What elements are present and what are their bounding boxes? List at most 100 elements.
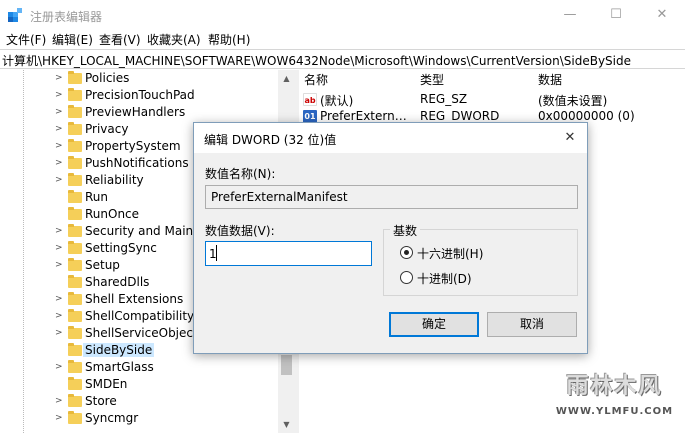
folder-icon <box>68 156 82 169</box>
value-name: (默认) <box>320 94 354 108</box>
string-value-icon: ab <box>303 93 317 106</box>
tree-item[interactable]: > Policies <box>55 70 295 87</box>
tree-item-label: Policies <box>85 71 130 85</box>
tree-item-label: SideBySide <box>83 343 155 357</box>
tree-item-label: Setup <box>85 258 120 272</box>
chevron-right-icon[interactable]: > <box>55 141 65 152</box>
watermark-logo: 雨林木风 WWW.YLMFU.COM <box>548 368 681 430</box>
address-bar[interactable]: 计算机\HKEY_LOCAL_MACHINE\SOFTWARE\WOW6432N… <box>0 49 685 69</box>
folder-icon <box>68 139 82 152</box>
close-icon[interactable]: ✕ <box>639 0 685 30</box>
tree-item[interactable]: > PrecisionTouchPad <box>55 87 295 104</box>
folder-open-icon <box>68 343 82 356</box>
tree-item[interactable]: SMDEn <box>55 376 295 393</box>
list-item[interactable]: ab (默认) REG_SZ (数值未设置) <box>299 91 685 108</box>
watermark-text: 雨林木风 <box>566 374 663 399</box>
dialog-title: 编辑 DWORD (32 位)值 <box>204 133 337 147</box>
tree-item-label: SettingSync <box>85 241 157 255</box>
folder-icon <box>68 173 82 186</box>
column-type[interactable]: 类型 <box>420 71 444 88</box>
tree-guide-line <box>23 70 24 433</box>
folder-icon <box>68 224 82 237</box>
folder-icon <box>68 394 82 407</box>
tree-item-label: RunOnce <box>85 207 140 221</box>
tree-item-label: Run <box>85 190 109 204</box>
tree-item[interactable]: > Syncmgr <box>55 410 295 427</box>
column-data[interactable]: 数据 <box>538 71 562 88</box>
folder-icon <box>68 411 82 424</box>
folder-icon <box>68 326 82 339</box>
scroll-up-icon[interactable]: ▲ <box>278 70 295 87</box>
folder-icon <box>68 275 82 288</box>
minimize-icon[interactable]: — <box>547 0 593 30</box>
tree-item-label: SMDEn <box>85 377 128 391</box>
value-name-field: PreferExternalManifest <box>205 185 578 209</box>
maximize-icon[interactable]: ☐ <box>593 0 639 30</box>
tree-item-label: Reliability <box>85 173 144 187</box>
tree-item[interactable]: > Store <box>55 393 295 410</box>
tree-item[interactable]: > SmartGlass <box>55 359 295 376</box>
edit-dword-dialog: 编辑 DWORD (32 位)值 ✕ 数值名称(N): PreferExtern… <box>193 122 588 354</box>
folder-icon <box>68 292 82 305</box>
close-icon[interactable]: ✕ <box>561 129 579 147</box>
tree-item-label: SharedDlls <box>85 275 150 289</box>
chevron-right-icon[interactable]: > <box>55 90 65 101</box>
chevron-right-icon[interactable]: > <box>55 328 65 339</box>
chevron-right-icon[interactable]: > <box>55 243 65 254</box>
chevron-right-icon[interactable]: > <box>55 124 65 135</box>
regedit-app-icon <box>8 8 22 22</box>
tree-item[interactable]: > PreviewHandlers <box>55 104 295 121</box>
menu-view[interactable]: 查看(V) <box>99 31 141 48</box>
chevron-right-icon[interactable]: > <box>55 311 65 322</box>
address-path[interactable]: 计算机\HKEY_LOCAL_MACHINE\SOFTWARE\WOW6432N… <box>2 52 631 69</box>
watermark-url: WWW.YLMFU.COM <box>555 406 674 417</box>
menu-file[interactable]: 文件(F) <box>6 31 46 48</box>
chevron-right-icon[interactable]: > <box>55 362 65 373</box>
tree-item-label: ShellCompatibility <box>85 309 195 323</box>
chevron-right-icon[interactable]: > <box>55 158 65 169</box>
ok-button[interactable]: 确定 <box>389 312 479 337</box>
menu-bar: 文件(F) 编辑(E) 查看(V) 收藏夹(A) 帮助(H) <box>0 30 685 48</box>
title-bar: 注册表编辑器 — ☐ ✕ <box>0 0 685 30</box>
radio-unchecked-icon[interactable] <box>400 271 413 284</box>
chevron-right-icon[interactable]: > <box>55 260 65 271</box>
tree-item-label: Shell Extensions <box>85 292 184 306</box>
radio-checked-icon[interactable] <box>400 246 413 259</box>
chevron-right-icon[interactable]: > <box>55 396 65 407</box>
chevron-right-icon[interactable]: > <box>55 294 65 305</box>
window-title: 注册表编辑器 <box>30 10 103 24</box>
folder-icon <box>68 207 82 220</box>
text-caret <box>216 245 217 261</box>
tree-item-label: Syncmgr <box>85 411 139 425</box>
folder-icon <box>68 258 82 271</box>
radio-decimal-label[interactable]: 十进制(D) <box>417 270 472 287</box>
menu-help[interactable]: 帮助(H) <box>208 31 250 48</box>
tree-item-label: PrecisionTouchPad <box>85 88 195 102</box>
tree-item-label: Store <box>85 394 117 408</box>
chevron-right-icon[interactable]: > <box>55 226 65 237</box>
chevron-right-icon[interactable]: > <box>55 107 65 118</box>
column-name[interactable]: 名称 <box>304 71 328 88</box>
value-name: PreferExternalManifest <box>320 109 408 123</box>
folder-icon <box>68 377 82 390</box>
folder-icon <box>68 105 82 118</box>
scroll-down-icon[interactable]: ▼ <box>278 416 295 433</box>
value-data: (数值未设置) <box>538 94 608 108</box>
tree-item-label: PreviewHandlers <box>85 105 186 119</box>
chevron-right-icon[interactable]: > <box>55 413 65 424</box>
base-group <box>383 229 578 296</box>
menu-edit[interactable]: 编辑(E) <box>52 31 93 48</box>
value-data-input[interactable] <box>205 241 372 266</box>
menu-favorites[interactable]: 收藏夹(A) <box>147 31 201 48</box>
dialog-title-bar: 编辑 DWORD (32 位)值 ✕ <box>194 123 587 153</box>
folder-icon <box>68 122 82 135</box>
folder-icon <box>68 190 82 203</box>
base-label: 基数 <box>390 222 421 239</box>
cancel-button[interactable]: 取消 <box>487 312 577 337</box>
scroll-thumb[interactable] <box>281 355 292 375</box>
radio-hex-label[interactable]: 十六进制(H) <box>417 245 483 262</box>
value-type: REG_SZ <box>420 92 468 106</box>
tree-item-label: SmartGlass <box>85 360 154 374</box>
chevron-right-icon[interactable]: > <box>55 175 65 186</box>
chevron-right-icon[interactable]: > <box>55 73 65 84</box>
